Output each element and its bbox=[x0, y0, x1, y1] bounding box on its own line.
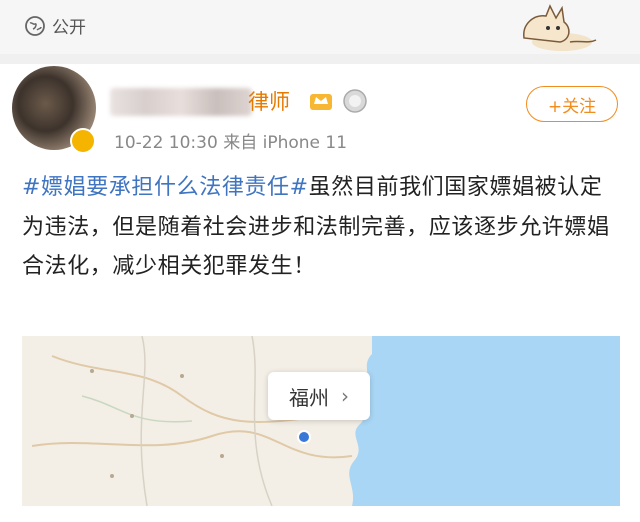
level-badge-icon bbox=[343, 89, 367, 113]
map-city-chip[interactable]: 福州 › bbox=[268, 372, 370, 420]
post-source: 来自 iPhone 11 bbox=[223, 133, 348, 153]
location-map[interactable] bbox=[22, 336, 620, 506]
visibility-label: 公开 bbox=[52, 18, 86, 38]
vip-crown-icon bbox=[310, 94, 332, 110]
post-time: 10-22 10:30 bbox=[114, 133, 218, 153]
verified-badge-icon bbox=[70, 128, 96, 154]
map-pin-icon bbox=[297, 430, 311, 444]
globe-icon bbox=[25, 15, 45, 36]
post-header-bar: 公开 bbox=[0, 0, 640, 54]
author-name-redacted bbox=[110, 88, 252, 116]
follow-button[interactable]: +关注 bbox=[526, 86, 618, 122]
map-city-name: 福州 bbox=[289, 385, 329, 410]
cat-decoration-icon bbox=[523, 4, 597, 51]
author-name-suffix[interactable]: 律师 bbox=[248, 86, 290, 116]
chevron-right-icon: › bbox=[341, 384, 349, 408]
post-meta: 10-22 10:30 来自 iPhone 11 bbox=[114, 128, 347, 153]
section-divider bbox=[0, 54, 640, 64]
hashtag-link[interactable]: #嫖娼要承担什么法律责任# bbox=[22, 175, 309, 200]
visibility-indicator[interactable]: 公开 bbox=[24, 13, 86, 38]
post-text: #嫖娼要承担什么法律责任#虽然目前我们国家嫖娼被认定为违法，但是随着社会进步和法… bbox=[22, 168, 622, 287]
